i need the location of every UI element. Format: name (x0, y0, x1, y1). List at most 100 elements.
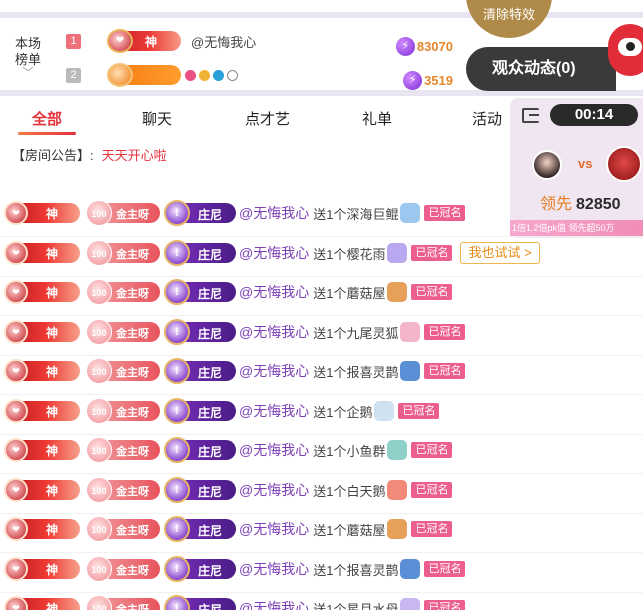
ranking-user-name[interactable]: @无悔我心 (191, 32, 256, 51)
message-user[interactable]: @无悔我心 (239, 401, 309, 421)
message-text: 送1个蘑菇屋 (313, 285, 386, 301)
noble-badge-label: 庄尼 (198, 366, 223, 380)
god-badge[interactable]: ❤ 神 (4, 399, 80, 423)
noble-badge-label: 庄尼 (198, 208, 223, 222)
fan-badge[interactable]: 100 金主呀 (86, 437, 160, 463)
fan-badge[interactable]: 100 金主呀 (86, 516, 160, 542)
fan-badge-label: 金主呀 (116, 209, 149, 221)
magpie-gift-icon (400, 361, 421, 381)
fan-badge-label: 金主呀 (116, 565, 149, 577)
god-badge[interactable]: ❤ 神 (4, 596, 80, 610)
noble-badge[interactable]: ! 庄尼 (164, 240, 236, 266)
message-user[interactable]: @无悔我心 (239, 480, 309, 500)
noble-badge[interactable]: ! 庄尼 (164, 398, 236, 424)
tab-gift-list[interactable]: 礼单 (362, 108, 392, 129)
message-text: 送1个星月水母 (313, 601, 399, 610)
tab-chat[interactable]: 聊天 (142, 108, 172, 129)
tab-activity[interactable]: 活动 (472, 108, 502, 129)
message-user[interactable]: @无悔我心 (239, 243, 309, 263)
message-user[interactable]: @无悔我心 (239, 440, 309, 460)
noble-badge[interactable]: ! 庄尼 (164, 437, 236, 463)
ranking-title-line1: 本场 (14, 36, 41, 51)
chat-message: ❤ 神 100 金主呀! 庄尼 @无悔我心 送1个深海巨鲲 已冠名 (0, 197, 643, 237)
god-badge[interactable]: ❤ 神 (4, 557, 80, 581)
tab-all[interactable]: 全部 (32, 108, 62, 129)
ranking-toggle[interactable]: 本场 榜单 ﹀ (10, 36, 46, 79)
noble-badge[interactable]: ! 庄尼 (164, 516, 236, 542)
fan-badge-label: 金主呀 (116, 328, 149, 340)
fan-badge[interactable]: 100 金主呀 (86, 200, 160, 226)
mushroom-house-gift-icon (387, 282, 408, 302)
magpie-gift-icon (400, 559, 421, 579)
audience-activity-button[interactable]: 观众动态(0) (466, 47, 616, 91)
chat-message: ❤ 神 100 金主呀! 庄尼 @无悔我心 送1个樱花雨 已冠名 我也试试 > (0, 237, 643, 277)
jellyfish-gift-icon (400, 598, 421, 610)
message-user[interactable]: @无悔我心 (239, 361, 309, 381)
message-user[interactable]: @无悔我心 (239, 282, 309, 302)
god-badge[interactable]: ❤ 神 (4, 201, 80, 225)
fan-badge[interactable]: 100 金主呀 (86, 556, 160, 582)
god-badge[interactable]: ❤ 神 (4, 280, 80, 304)
noble-badge-label: 庄尼 (198, 485, 223, 499)
message-user[interactable]: @无悔我心 (239, 559, 309, 579)
fan-level: 100 (86, 200, 112, 226)
noble-badge[interactable]: ! 庄尼 (164, 279, 236, 305)
ranking-row-2[interactable]: 2 (66, 63, 238, 87)
noble-badge[interactable]: ! 庄尼 (164, 358, 236, 384)
fan-level: 100 (86, 398, 112, 424)
message-user[interactable]: @无悔我心 (239, 203, 309, 223)
heart-icon: ❤ (4, 320, 28, 344)
noble-badge[interactable]: ! 庄尼 (164, 556, 236, 582)
noble-badge[interactable]: ! 庄尼 (164, 200, 236, 226)
pk-opponent-avatar[interactable] (606, 146, 642, 182)
ranking-score-1: ⚡ 83070 (395, 37, 453, 56)
message-text: 送1个深海巨鲲 (313, 206, 399, 222)
chat-message: ❤ 神 100 金主呀! 庄尼 @无悔我心 送1个九尾灵狐 已冠名 (0, 316, 643, 356)
noble-badge[interactable]: ! 庄尼 (164, 595, 236, 610)
fan-badge[interactable]: 100 金主呀 (86, 358, 160, 384)
fan-badge[interactable]: 100 金主呀 (86, 595, 160, 610)
noble-gem-icon: ! (164, 437, 190, 463)
fan-badge-label: 金主呀 (116, 407, 149, 419)
exit-icon[interactable] (522, 108, 539, 123)
fan-level: 100 (86, 240, 112, 266)
fan-badge-label: 金主呀 (116, 367, 149, 379)
message-user[interactable]: @无悔我心 (239, 322, 309, 342)
god-badge[interactable]: ❤ 神 (4, 517, 80, 541)
lightning-icon: ⚡ (403, 71, 423, 90)
fan-badge[interactable]: 100 金主呀 (86, 279, 160, 305)
pk-host-avatar[interactable] (532, 150, 562, 180)
chat-message: ❤ 神 100 金主呀! 庄尼 @无悔我心 送1个白天鹅 已冠名 (0, 474, 643, 514)
crowned-tag: 已冠名 (424, 324, 466, 340)
message-text: 送1个樱花雨 (313, 246, 386, 262)
tab-talent[interactable]: 点才艺 (245, 108, 290, 129)
noble-badge-label: 庄尼 (198, 524, 223, 538)
chat-message: ❤ 神 100 金主呀! 庄尼 @无悔我心 送1个企鹅 已冠名 (0, 395, 643, 435)
noble-gem-icon: ! (164, 398, 190, 424)
try-it-button[interactable]: 我也试试 > (460, 242, 540, 264)
fan-level: 100 (86, 556, 112, 582)
robot-mascot-icon[interactable] (608, 24, 643, 76)
noble-gem-icon: ! (164, 516, 190, 542)
chat-message: ❤ 神 100 金主呀! 庄尼 @无悔我心 送1个报喜灵鹊 已冠名 (0, 553, 643, 593)
level-badge (107, 63, 181, 87)
ranking-row-1[interactable]: 1 ❤ 神 @无悔我心 (66, 29, 256, 53)
fan-badge[interactable]: 100 金主呀 (86, 240, 160, 266)
god-badge[interactable]: ❤ 神 (4, 438, 80, 462)
fan-badge[interactable]: 100 金主呀 (86, 477, 160, 503)
god-badge[interactable]: ❤ 神 (4, 478, 80, 502)
god-badge[interactable]: ❤ 神 (4, 320, 80, 344)
message-user[interactable]: @无悔我心 (239, 519, 309, 539)
chevron-down-icon[interactable]: ﹀ (10, 68, 46, 79)
fan-level: 100 (86, 358, 112, 384)
god-badge[interactable]: ❤ 神 (4, 241, 80, 265)
noble-badge[interactable]: ! 庄尼 (164, 319, 236, 345)
message-user[interactable]: @无悔我心 (239, 598, 309, 610)
heart-icon: ❤ (4, 517, 28, 541)
fan-badge[interactable]: 100 金主呀 (86, 319, 160, 345)
chat-message: ❤ 神 100 金主呀! 庄尼 @无悔我心 送1个报喜灵鹊 已冠名 (0, 355, 643, 395)
noble-gem-icon: ! (164, 279, 190, 305)
fan-badge[interactable]: 100 金主呀 (86, 398, 160, 424)
god-badge[interactable]: ❤ 神 (4, 359, 80, 383)
noble-badge[interactable]: ! 庄尼 (164, 477, 236, 503)
